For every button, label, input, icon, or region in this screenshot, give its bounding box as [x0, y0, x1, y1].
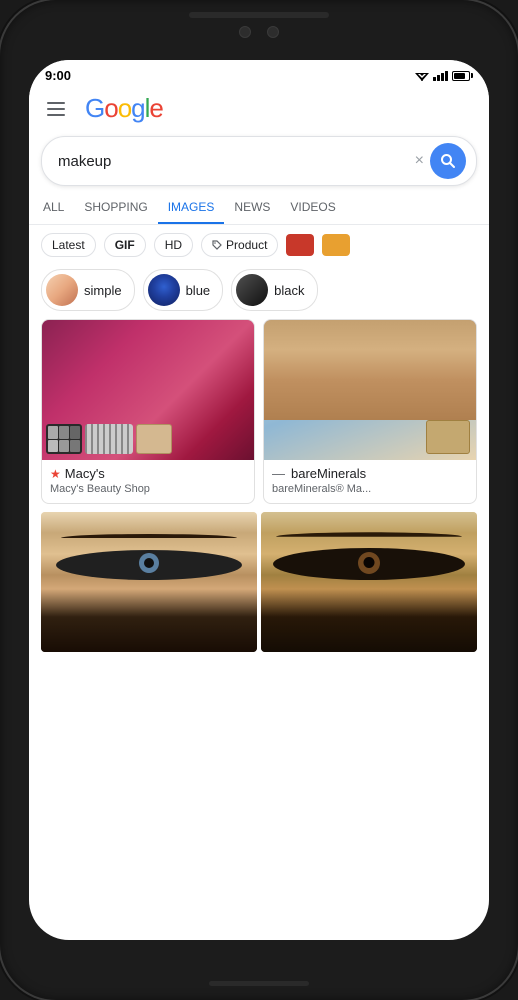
logo-o1: o: [104, 93, 117, 124]
bareminerals-sub: bareMinerals® Ma...: [272, 483, 468, 495]
filter-latest[interactable]: Latest: [41, 233, 96, 257]
logo-o2: o: [118, 93, 131, 124]
suggestion-blue[interactable]: blue: [143, 269, 224, 311]
search-tabs: ALL SHOPPING IMAGES NEWS VIDEOS: [29, 192, 489, 225]
filter-gif[interactable]: GIF: [104, 233, 146, 257]
phone-screen: 9:00: [29, 60, 489, 940]
tag-icon: [212, 240, 222, 250]
battery-icon: [452, 71, 473, 81]
filter-latest-label: Latest: [52, 238, 85, 252]
status-time: 9:00: [45, 68, 71, 83]
phone-cameras: [239, 26, 279, 38]
tab-videos[interactable]: VIDEOS: [280, 192, 345, 224]
eye-image-right[interactable]: [261, 512, 477, 652]
macys-card-image: [42, 320, 254, 460]
suggestion-simple[interactable]: simple: [41, 269, 135, 311]
logo-g: G: [85, 93, 104, 124]
status-bar: 9:00: [29, 60, 489, 87]
bottom-image-row: [29, 508, 489, 652]
tab-news[interactable]: NEWS: [224, 192, 280, 224]
google-logo: Google: [85, 93, 163, 124]
suggestion-simple-thumb: [46, 274, 78, 306]
suggestion-black-label: black: [274, 283, 304, 298]
search-bar[interactable]: makeup ×: [41, 136, 477, 186]
logo-g2: g: [131, 93, 144, 124]
camera-dot: [239, 26, 251, 38]
macys-name: Macy's: [65, 466, 105, 481]
shopping-results-row: ★ Macy's Macy's Beauty Shop Sponsored i: [29, 319, 489, 504]
filter-hd-label: HD: [165, 238, 182, 252]
bareminerals-name: bareMinerals: [291, 466, 366, 481]
eye-image-left[interactable]: [41, 512, 257, 652]
suggestion-blue-thumb: [148, 274, 180, 306]
signal-icon: [433, 71, 448, 81]
suggestion-black-thumb: [236, 274, 268, 306]
wifi-icon: [415, 70, 429, 82]
tab-images[interactable]: IMAGES: [158, 192, 225, 224]
filter-product-label: Product: [226, 238, 267, 252]
logo-e: e: [149, 93, 162, 124]
filter-row: Latest GIF HD Product: [29, 225, 489, 265]
phone-home-indicator: [209, 981, 309, 986]
clear-button[interactable]: ×: [409, 152, 430, 170]
phone-frame: 9:00: [0, 0, 518, 1000]
macys-card-info: ★ Macy's Macy's Beauty Shop: [42, 460, 254, 503]
filter-gif-label: GIF: [115, 238, 135, 252]
macys-sub: Macy's Beauty Shop: [50, 483, 246, 495]
color-swatch-orange[interactable]: [322, 234, 350, 256]
tab-shopping[interactable]: SHOPPING: [74, 192, 157, 224]
bareminerals-card-image: [264, 320, 476, 460]
search-icon: [440, 153, 456, 169]
phone-speaker: [189, 12, 329, 18]
filter-product[interactable]: Product: [201, 233, 278, 257]
macys-star-icon: ★: [50, 467, 61, 481]
bareminerals-card-info: — bareMinerals bareMinerals® Ma...: [264, 460, 476, 503]
status-icons: [415, 70, 473, 82]
suggestion-simple-label: simple: [84, 283, 122, 298]
suggestion-black[interactable]: black: [231, 269, 317, 311]
macys-card[interactable]: ★ Macy's Macy's Beauty Shop: [41, 319, 255, 504]
camera-dot-2: [267, 26, 279, 38]
bareminerals-dash: —: [272, 466, 285, 481]
menu-button[interactable]: [43, 98, 69, 120]
suggestion-row: simple blue black: [29, 265, 489, 319]
search-query: makeup: [58, 153, 409, 170]
bareminerals-card[interactable]: Sponsored i — bareMinerals bareMinera: [263, 319, 477, 504]
filter-hd[interactable]: HD: [154, 233, 193, 257]
color-swatch-red[interactable]: [286, 234, 314, 256]
suggestion-blue-label: blue: [186, 283, 211, 298]
tab-all[interactable]: ALL: [33, 192, 74, 224]
header: Google: [29, 87, 489, 130]
search-button[interactable]: [430, 143, 466, 179]
